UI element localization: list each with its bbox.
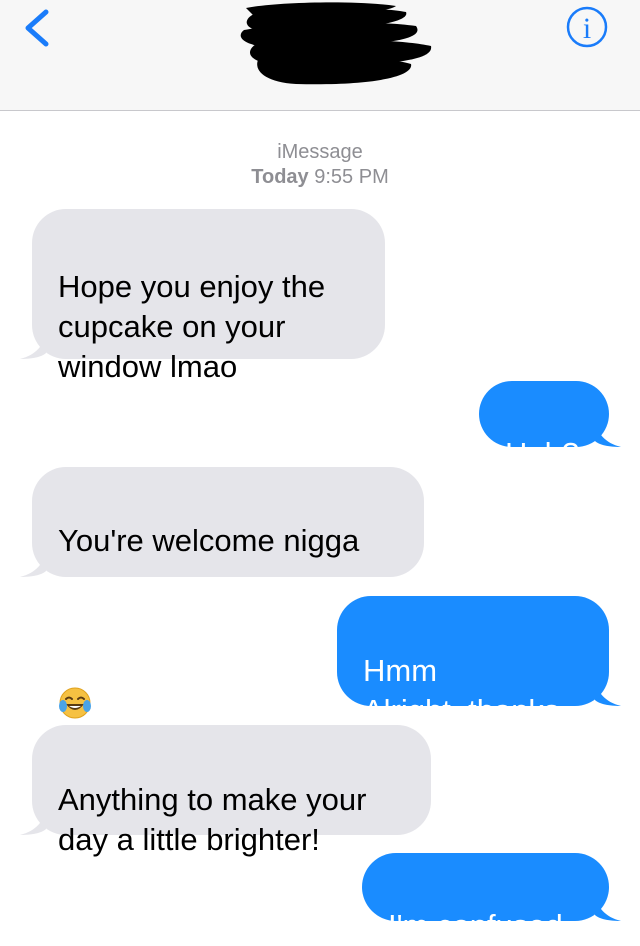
service-label: iMessage [277,141,363,163]
conversation-header: i [0,0,640,111]
message-bubble-incoming[interactable]: Hope you enjoy the cupcake on your windo… [20,209,385,384]
timestamp-day: Today [251,166,309,188]
back-button[interactable] [18,6,62,50]
face-with-tears-of-joy-icon [58,646,92,719]
bubble-tail [595,895,621,921]
message-text: Huh? [505,436,580,471]
message-bubble-outgoing[interactable]: Hmm Alright, thanks [337,596,621,728]
message-text: Hmm Alright, thanks [363,653,560,728]
redacted-contact-name [236,0,436,92]
bubble-tail [20,333,46,359]
timestamp-time: 9:55 PM [314,166,389,188]
info-icon: i [566,6,608,48]
message-bubble-incoming[interactable]: You're welcome nigga [20,467,424,719]
bubble-tail [595,421,621,447]
info-button[interactable]: i [565,5,609,49]
message-text: You're welcome nigga [58,523,360,558]
message-bubble-outgoing[interactable]: Huh? [479,381,621,471]
message-text: Hope you enjoy the cupcake on your windo… [58,269,326,384]
bubble-tail [20,551,46,577]
bubble-tail [595,680,621,706]
info-glyph: i [583,12,591,45]
message-bubble-incoming[interactable]: Anything to make your day a little brigh… [20,725,431,857]
message-bubble-outgoing[interactable]: I'm confused [362,853,621,943]
message-text: Anything to make your day a little brigh… [58,782,367,857]
bubble-tail [20,809,46,835]
chevron-left-icon [25,9,49,47]
message-text: I'm confused [388,908,563,943]
thread-timestamp: Today 9:55 PM [0,166,640,189]
